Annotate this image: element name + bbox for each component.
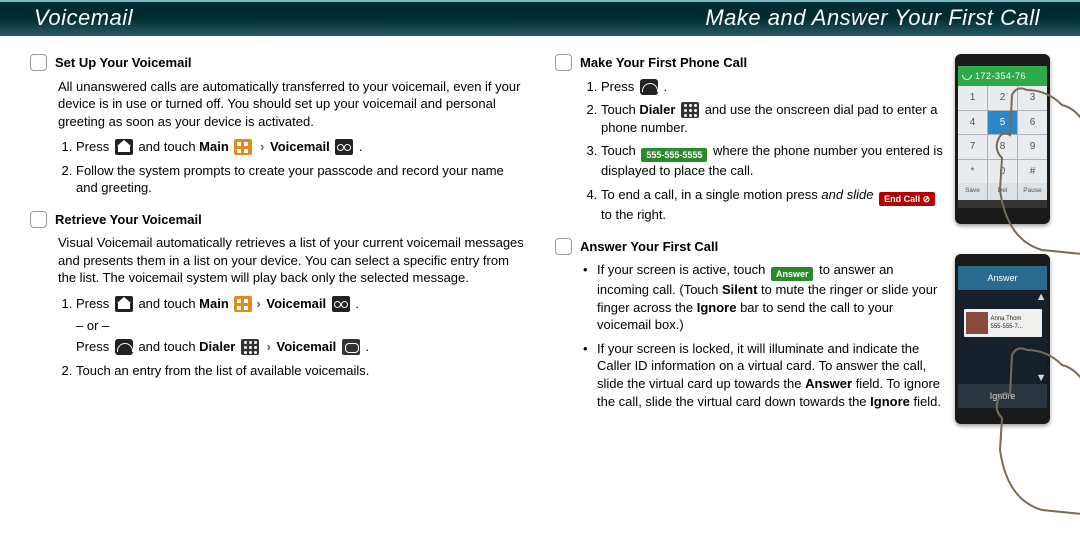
main-grid-icon (234, 296, 252, 312)
dialpad-key: # (1018, 160, 1047, 184)
voicemail-icon (335, 139, 353, 155)
phone-mock-dialer: 172-354-76 123 456 789 *0# SaveDelPause (955, 54, 1050, 224)
make-step-2: Touch Dialer and use the onscreen dial p… (601, 101, 943, 136)
checkbox-icon (30, 211, 47, 228)
dialer-icon (681, 102, 699, 118)
page-title-left: Voicemail (34, 3, 133, 33)
make-step-4: To end a call, in a single motion press … (601, 186, 943, 224)
home-icon (115, 139, 133, 155)
dialpad-action: Save (958, 183, 987, 200)
phone-dialed-number: 172-354-76 (958, 66, 1047, 86)
swipe-arrows-icon: ▲▼ (1037, 292, 1045, 384)
retrieve-intro: Visual Voicemail automatically retrieves… (58, 234, 525, 287)
dialpad-key: 8 (988, 135, 1017, 159)
heading-make-call: Make Your First Phone Call (580, 54, 747, 72)
avatar (966, 312, 988, 334)
dialpad-action: Pause (1018, 183, 1047, 200)
phone-answer-bar: Answer (958, 266, 1047, 291)
dialpad-key: 6 (1018, 111, 1047, 135)
phone-icon (640, 79, 658, 95)
voicemail-icon (332, 296, 350, 312)
dialpad-key: 3 (1018, 86, 1047, 110)
dialpad-key: 0 (988, 160, 1017, 184)
answer-bullet-1: If your screen is active, touch Answer t… (583, 261, 943, 334)
retrieve-step-1: Press and touch Main › Voicemail . – or … (76, 295, 525, 356)
checkbox-icon (555, 54, 572, 71)
phone-ignore-bar: Ignore (958, 384, 1047, 408)
setup-step-2: Follow the system prompts to create your… (76, 162, 525, 197)
answer-bullet-2: If your screen is locked, it will illumi… (583, 340, 943, 410)
setup-intro: All unanswered calls are automatically t… (58, 78, 525, 131)
checkbox-icon (555, 238, 572, 255)
dialpad-action: Del (988, 183, 1017, 200)
phone-mock-incoming: Answer Anna Thom555-555-7... ▲▼ Ignore (955, 254, 1050, 424)
end-call-pill: End Call ⊘ (879, 192, 935, 206)
page-title-right: Make and Answer Your First Call (705, 3, 1040, 33)
phone-icon (115, 339, 133, 355)
phone-number-pill: 555-555-5555 (641, 148, 707, 162)
retrieve-step-2: Touch an entry from the list of availabl… (76, 362, 525, 380)
dialpad-key: 5 (988, 111, 1017, 135)
voicemail-dialer-icon (342, 339, 360, 355)
heading-setup-voicemail: Set Up Your Voicemail (55, 54, 192, 72)
dialpad-key: * (958, 160, 987, 184)
phone-caller-card: Anna Thom555-555-7... (964, 309, 1042, 337)
main-grid-icon (234, 139, 252, 155)
home-icon (115, 296, 133, 312)
chevron-right-icon: › (256, 296, 260, 311)
dialpad-key: 9 (1018, 135, 1047, 159)
phone-action-row: SaveDelPause (958, 183, 1047, 200)
dialpad-key: 4 (958, 111, 987, 135)
left-column: Set Up Your Voicemail All unanswered cal… (30, 54, 525, 424)
phone-dialpad: 123 456 789 *0# (958, 86, 1047, 183)
chevron-right-icon: › (267, 339, 271, 354)
heading-answer-call: Answer Your First Call (580, 238, 718, 256)
dialpad-key: 7 (958, 135, 987, 159)
dialpad-key: 1 (958, 86, 987, 110)
setup-step-1: Press and touch Main › Voicemail . (76, 138, 525, 156)
make-step-3: Touch 555-555-5555 where the phone numbe… (601, 142, 943, 180)
make-step-1: Press . (601, 78, 943, 96)
heading-retrieve-voicemail: Retrieve Your Voicemail (55, 211, 202, 229)
dialer-icon (241, 339, 259, 355)
answer-pill: Answer (771, 267, 814, 281)
dialpad-key: 2 (988, 86, 1017, 110)
right-column: Make Your First Phone Call Press . Touch… (555, 54, 1050, 424)
chevron-right-icon: › (260, 139, 264, 154)
checkbox-icon (30, 54, 47, 71)
